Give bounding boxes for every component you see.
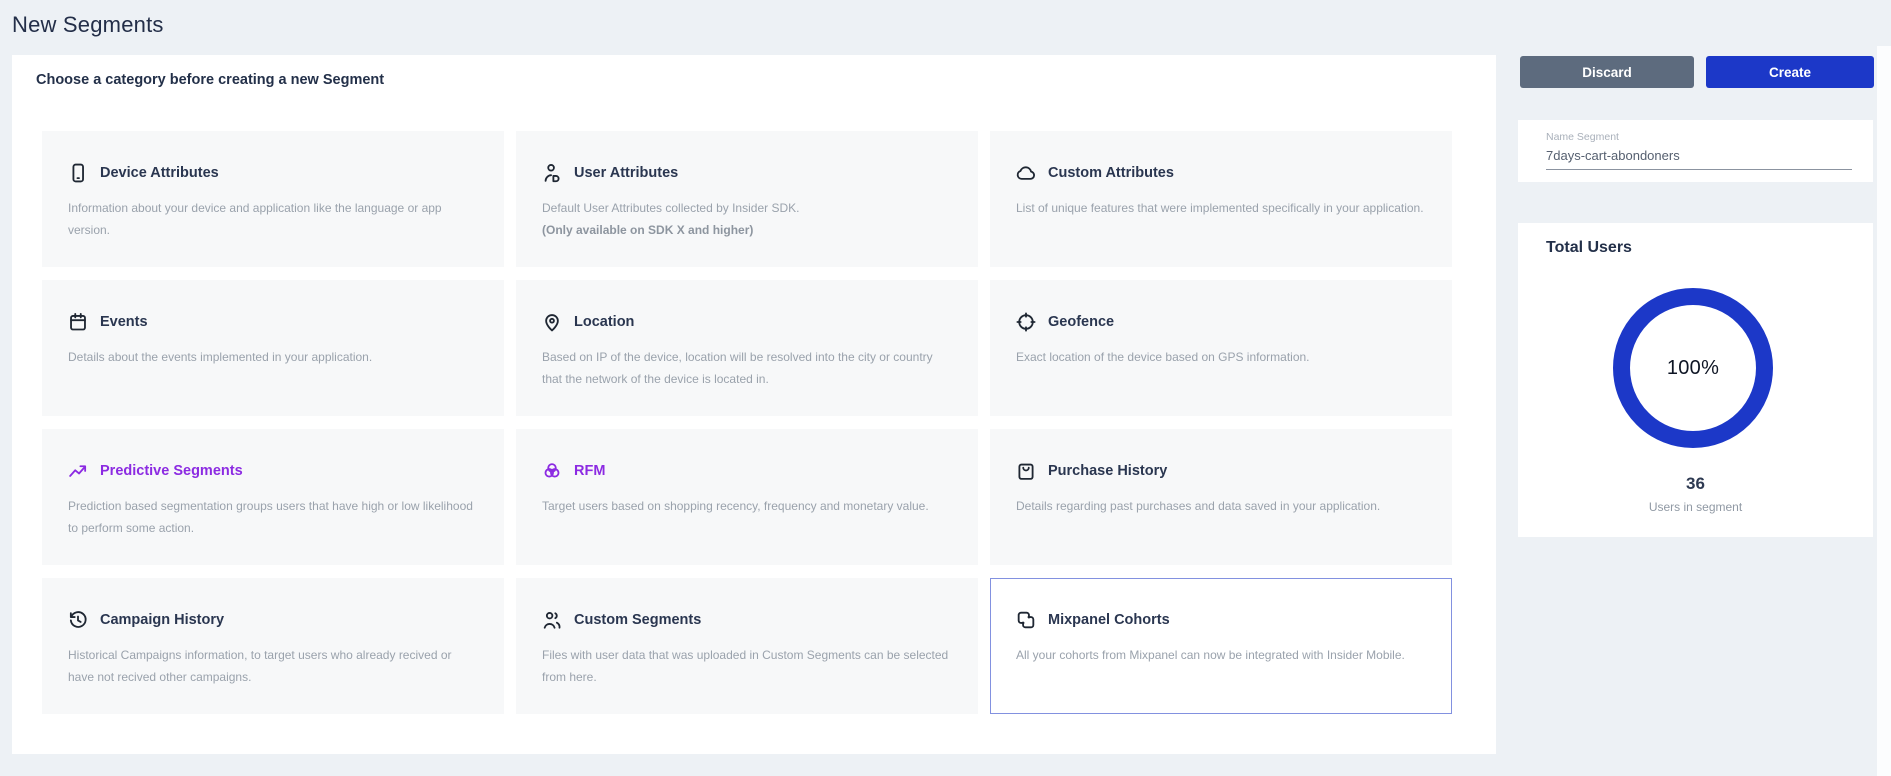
category-title: Geofence <box>1048 314 1114 330</box>
category-title: Device Attributes <box>100 165 219 181</box>
page-title: New Segments <box>12 12 164 38</box>
cloud-icon <box>1015 162 1037 184</box>
category-card-purchase-history[interactable]: Purchase History Details regarding past p… <box>990 429 1452 565</box>
category-title: RFM <box>574 463 605 479</box>
category-title: User Attributes <box>574 165 678 181</box>
user-badge-icon <box>541 162 563 184</box>
category-title: Events <box>100 314 148 330</box>
category-title: Predictive Segments <box>100 463 243 479</box>
category-title: Custom Attributes <box>1048 165 1174 181</box>
name-segment-card: Name Segment <box>1518 120 1873 182</box>
users-count-caption: Users in segment <box>1518 500 1873 514</box>
category-card-geofence[interactable]: Geofence Exact location of the device bas… <box>990 280 1452 416</box>
total-users-card: Total Users 100% 36 Users in segment <box>1518 223 1873 537</box>
category-description: List of unique features that were implem… <box>1016 197 1426 219</box>
venn-diagram-icon <box>541 460 563 482</box>
category-card-user-attributes[interactable]: User Attributes Default User Attributes c… <box>516 131 978 267</box>
category-title: Purchase History <box>1048 463 1167 479</box>
category-card-location[interactable]: Location Based on IP of the device, locat… <box>516 280 978 416</box>
category-description: Prediction based segmentation groups use… <box>68 495 478 539</box>
category-card-campaign-history[interactable]: Campaign History Historical Campaigns inf… <box>42 578 504 714</box>
trending-up-icon <box>67 460 89 482</box>
category-card-rfm[interactable]: RFM Target users based on shopping recenc… <box>516 429 978 565</box>
name-segment-label: Name Segment <box>1546 131 1873 143</box>
category-title: Custom Segments <box>574 612 701 628</box>
category-card-custom-attributes[interactable]: Custom Attributes List of unique features… <box>990 131 1452 267</box>
category-panel: Choose a category before creating a new … <box>12 55 1496 754</box>
total-users-donut: 100% <box>1613 288 1773 448</box>
category-description: Exact location of the device based on GP… <box>1016 346 1426 368</box>
category-description: Details regarding past purchases and dat… <box>1016 495 1426 517</box>
category-description: Files with user data that was uploaded i… <box>542 644 952 688</box>
people-icon <box>541 609 563 631</box>
category-description: Target users based on shopping recency, … <box>542 495 952 517</box>
link-cohort-icon <box>1015 609 1037 631</box>
users-count-value: 36 <box>1518 474 1873 494</box>
category-description: Historical Campaigns information, to tar… <box>68 644 478 688</box>
category-title: Location <box>574 314 634 330</box>
category-grid: Device Attributes Information about your … <box>42 131 1452 714</box>
category-card-predictive-segments[interactable]: Predictive Segments Prediction based segm… <box>42 429 504 565</box>
category-description: Details about the events implemented in … <box>68 346 478 368</box>
category-card-mixpanel-cohorts[interactable]: Mixpanel Cohorts All your cohorts from Mi… <box>990 578 1452 714</box>
donut-percent-value: 100% <box>1613 288 1773 448</box>
category-card-custom-segments[interactable]: Custom Segments Files with user data that… <box>516 578 978 714</box>
geofence-target-icon <box>1015 311 1037 333</box>
category-description-note: (Only available on SDK X and higher) <box>542 219 952 241</box>
category-description: Based on IP of the device, location will… <box>542 346 952 390</box>
location-pin-icon <box>541 311 563 333</box>
create-button[interactable]: Create <box>1706 56 1874 88</box>
scrollbar-track[interactable] <box>1877 46 1891 776</box>
category-card-events[interactable]: Events Details about the events implement… <box>42 280 504 416</box>
history-clock-icon <box>67 609 89 631</box>
category-description: Information about your device and applic… <box>68 197 478 241</box>
shopping-bag-icon <box>1015 460 1037 482</box>
name-segment-input[interactable] <box>1546 148 1852 170</box>
calendar-icon <box>67 311 89 333</box>
category-description: All your cohorts from Mixpanel can now b… <box>1016 644 1426 666</box>
panel-heading: Choose a category before creating a new … <box>36 72 384 88</box>
category-description: Default User Attributes collected by Ins… <box>542 197 952 219</box>
device-icon <box>67 162 89 184</box>
category-title: Campaign History <box>100 612 224 628</box>
category-card-device-attributes[interactable]: Device Attributes Information about your … <box>42 131 504 267</box>
category-title: Mixpanel Cohorts <box>1048 612 1170 628</box>
discard-button[interactable]: Discard <box>1520 56 1694 88</box>
total-users-heading: Total Users <box>1546 239 1632 257</box>
